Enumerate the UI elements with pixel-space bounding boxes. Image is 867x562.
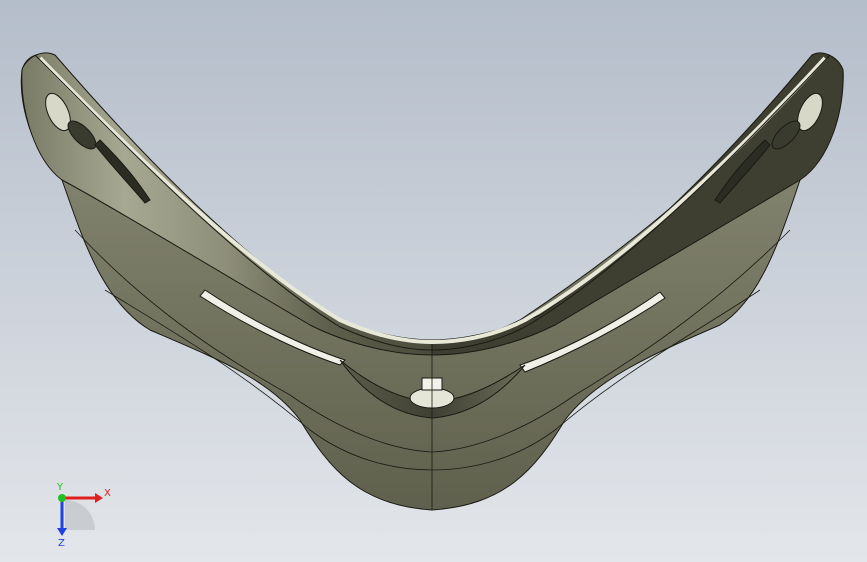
triad-z-label: Z <box>58 538 65 549</box>
triad-x-arrow <box>95 493 103 503</box>
triad-y-axis <box>58 494 66 502</box>
model-viewport-canvas[interactable] <box>0 0 867 562</box>
orientation-triad: X Y Z <box>40 480 120 550</box>
triad-y-label: Y <box>56 482 64 493</box>
graphics-viewport[interactable]: X Y Z <box>0 0 867 562</box>
triad-z-arrow <box>57 528 67 536</box>
triad-shadow <box>65 500 95 530</box>
triad-x-label: X <box>104 488 111 499</box>
